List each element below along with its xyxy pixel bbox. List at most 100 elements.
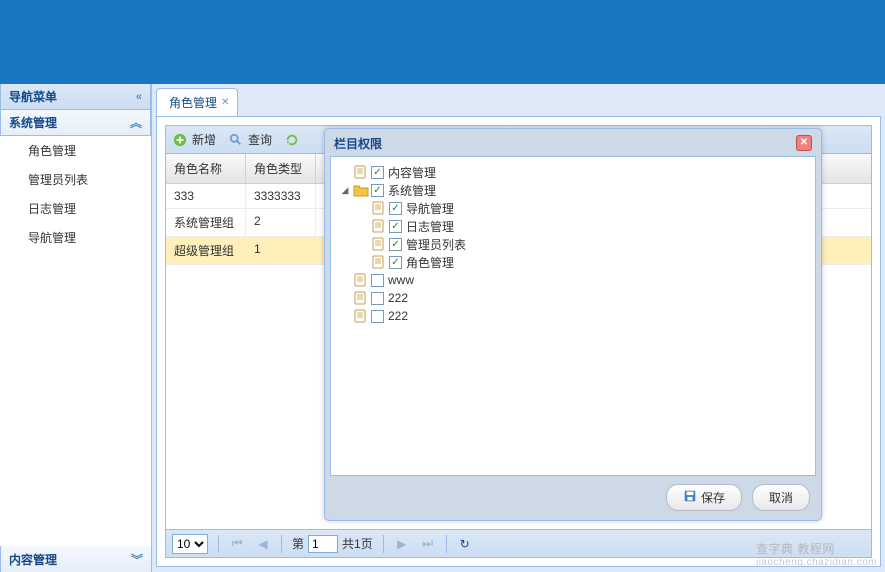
tree-checkbox[interactable]: ✓ bbox=[389, 256, 402, 269]
tab-role-mgmt[interactable]: 角色管理 ✕ bbox=[156, 88, 238, 116]
cell-type: 3333333 bbox=[246, 184, 316, 208]
accordion-content-label: 内容管理 bbox=[9, 551, 57, 568]
watermark-main: 查字典 教程网 bbox=[756, 540, 877, 557]
accordion-system-label: 系统管理 bbox=[9, 114, 57, 131]
page-icon bbox=[371, 237, 387, 251]
add-button[interactable]: 新增 bbox=[172, 131, 216, 148]
nav-menu-title: 导航菜单 bbox=[9, 88, 57, 105]
tree-label: 系统管理 bbox=[386, 182, 436, 199]
page-icon bbox=[371, 219, 387, 233]
permissions-dialog: 栏目权限 ✕ ▸✓内容管理◢✓系统管理▸✓导航管理▸✓日志管理▸✓管理员列表▸✓… bbox=[324, 128, 822, 521]
menu-item-admins[interactable]: 管理员列表 bbox=[0, 165, 151, 194]
save-button[interactable]: 保存 bbox=[666, 484, 742, 511]
top-banner bbox=[0, 0, 885, 84]
menu-item-nav[interactable]: 导航管理 bbox=[0, 223, 151, 252]
add-label: 新增 bbox=[192, 131, 216, 148]
tab-close-icon[interactable]: ✕ bbox=[221, 97, 229, 108]
dialog-title: 栏目权限 bbox=[334, 135, 382, 152]
tree-node[interactable]: ▸✓日志管理 bbox=[337, 217, 809, 235]
tree-label: 222 bbox=[386, 309, 408, 323]
tab-strip: 角色管理 ✕ bbox=[156, 88, 885, 116]
page-prefix: 第 bbox=[292, 535, 304, 552]
refresh-button[interactable] bbox=[284, 132, 300, 148]
separator bbox=[218, 535, 219, 553]
first-page-button[interactable]: ⏮ bbox=[229, 536, 245, 551]
tree-node[interactable]: ▸222 bbox=[337, 289, 809, 307]
add-icon bbox=[172, 132, 188, 148]
page-number-input[interactable] bbox=[308, 535, 338, 553]
tab-label: 角色管理 bbox=[169, 94, 217, 111]
tree-checkbox[interactable] bbox=[371, 310, 384, 323]
page-icon bbox=[371, 255, 387, 269]
accordion-system[interactable]: 系统管理 ︽ bbox=[0, 110, 151, 136]
tree-checkbox[interactable]: ✓ bbox=[389, 202, 402, 215]
folder-icon bbox=[353, 183, 369, 197]
refresh-page-button[interactable]: ↻ bbox=[457, 537, 473, 551]
separator bbox=[281, 535, 282, 553]
save-icon bbox=[683, 489, 697, 506]
dialog-footer: 保存 取消 bbox=[330, 476, 816, 515]
page-icon bbox=[353, 291, 369, 305]
next-page-button[interactable]: ▶ bbox=[394, 537, 410, 551]
sidebar: 导航菜单 « 系统管理 ︽ 角色管理 管理员列表 日志管理 导航管理 内容管理 … bbox=[0, 84, 152, 572]
tree-node[interactable]: ▸222 bbox=[337, 307, 809, 325]
cancel-label: 取消 bbox=[769, 489, 793, 506]
save-label: 保存 bbox=[701, 489, 725, 506]
page-size-select[interactable]: 10 bbox=[172, 534, 208, 554]
watermark: 查字典 教程网 jiaocheng.chazidian.com bbox=[756, 540, 877, 568]
tree-label: 管理员列表 bbox=[404, 236, 466, 253]
cell-type: 1 bbox=[246, 237, 316, 264]
prev-page-button[interactable]: ◀ bbox=[255, 537, 271, 551]
search-button[interactable]: 查询 bbox=[228, 131, 272, 148]
watermark-sub: jiaocheng.chazidian.com bbox=[756, 557, 877, 568]
tree-checkbox[interactable]: ✓ bbox=[389, 238, 402, 251]
page-icon bbox=[371, 201, 387, 215]
refresh-icon bbox=[284, 132, 300, 148]
accordion-content[interactable]: 内容管理 ︾ bbox=[0, 546, 152, 572]
tree-label: 角色管理 bbox=[404, 254, 454, 271]
search-label: 查询 bbox=[248, 131, 272, 148]
page-icon bbox=[353, 165, 369, 179]
cell-name: 超级管理组 bbox=[166, 237, 246, 264]
chevron-up-icon[interactable]: ︽ bbox=[130, 114, 142, 131]
menu-item-role[interactable]: 角色管理 bbox=[0, 136, 151, 165]
last-page-button[interactable]: ⏭ bbox=[420, 536, 436, 551]
separator bbox=[446, 535, 447, 553]
tree-node[interactable]: ▸✓内容管理 bbox=[337, 163, 809, 181]
tree-node[interactable]: ▸www bbox=[337, 271, 809, 289]
cancel-button[interactable]: 取消 bbox=[752, 484, 810, 511]
dialog-header[interactable]: 栏目权限 ✕ bbox=[330, 134, 816, 156]
col-header-name[interactable]: 角色名称 bbox=[166, 154, 246, 183]
page-total: 共1页 bbox=[342, 535, 373, 552]
nav-menu-header[interactable]: 导航菜单 « bbox=[0, 84, 151, 110]
tree-label: www bbox=[386, 273, 414, 287]
cell-name: 系统管理组 bbox=[166, 209, 246, 236]
tree-checkbox[interactable]: ✓ bbox=[389, 220, 402, 233]
tree-checkbox[interactable] bbox=[371, 292, 384, 305]
dialog-close-button[interactable]: ✕ bbox=[796, 135, 812, 151]
tree-node[interactable]: ▸✓角色管理 bbox=[337, 253, 809, 271]
collapse-left-icon[interactable]: « bbox=[136, 91, 142, 103]
tree-node[interactable]: ◢ ✓系统管理 bbox=[337, 181, 809, 199]
cell-type: 2 bbox=[246, 209, 316, 236]
tree-node[interactable]: ▸✓管理员列表 bbox=[337, 235, 809, 253]
tree-label: 日志管理 bbox=[404, 218, 454, 235]
expander-open-icon[interactable]: ◢ bbox=[339, 185, 351, 196]
menu-list: 角色管理 管理员列表 日志管理 导航管理 bbox=[0, 136, 151, 252]
tree-checkbox[interactable]: ✓ bbox=[371, 184, 384, 197]
page-icon bbox=[353, 309, 369, 323]
menu-item-logs[interactable]: 日志管理 bbox=[0, 194, 151, 223]
tree-label: 导航管理 bbox=[404, 200, 454, 217]
tree-label: 内容管理 bbox=[386, 164, 436, 181]
cell-name: 333 bbox=[166, 184, 246, 208]
permissions-tree: ▸✓内容管理◢✓系统管理▸✓导航管理▸✓日志管理▸✓管理员列表▸✓角色管理▸ww… bbox=[337, 163, 809, 325]
col-header-type[interactable]: 角色类型 bbox=[246, 154, 316, 183]
tree-label: 222 bbox=[386, 291, 408, 305]
tree-node[interactable]: ▸✓导航管理 bbox=[337, 199, 809, 217]
chevron-down-icon[interactable]: ︾ bbox=[131, 551, 143, 568]
page-icon bbox=[353, 273, 369, 287]
tree-checkbox[interactable] bbox=[371, 274, 384, 287]
tree-checkbox[interactable]: ✓ bbox=[371, 166, 384, 179]
dialog-body: ▸✓内容管理◢✓系统管理▸✓导航管理▸✓日志管理▸✓管理员列表▸✓角色管理▸ww… bbox=[330, 156, 816, 476]
search-icon bbox=[228, 132, 244, 148]
